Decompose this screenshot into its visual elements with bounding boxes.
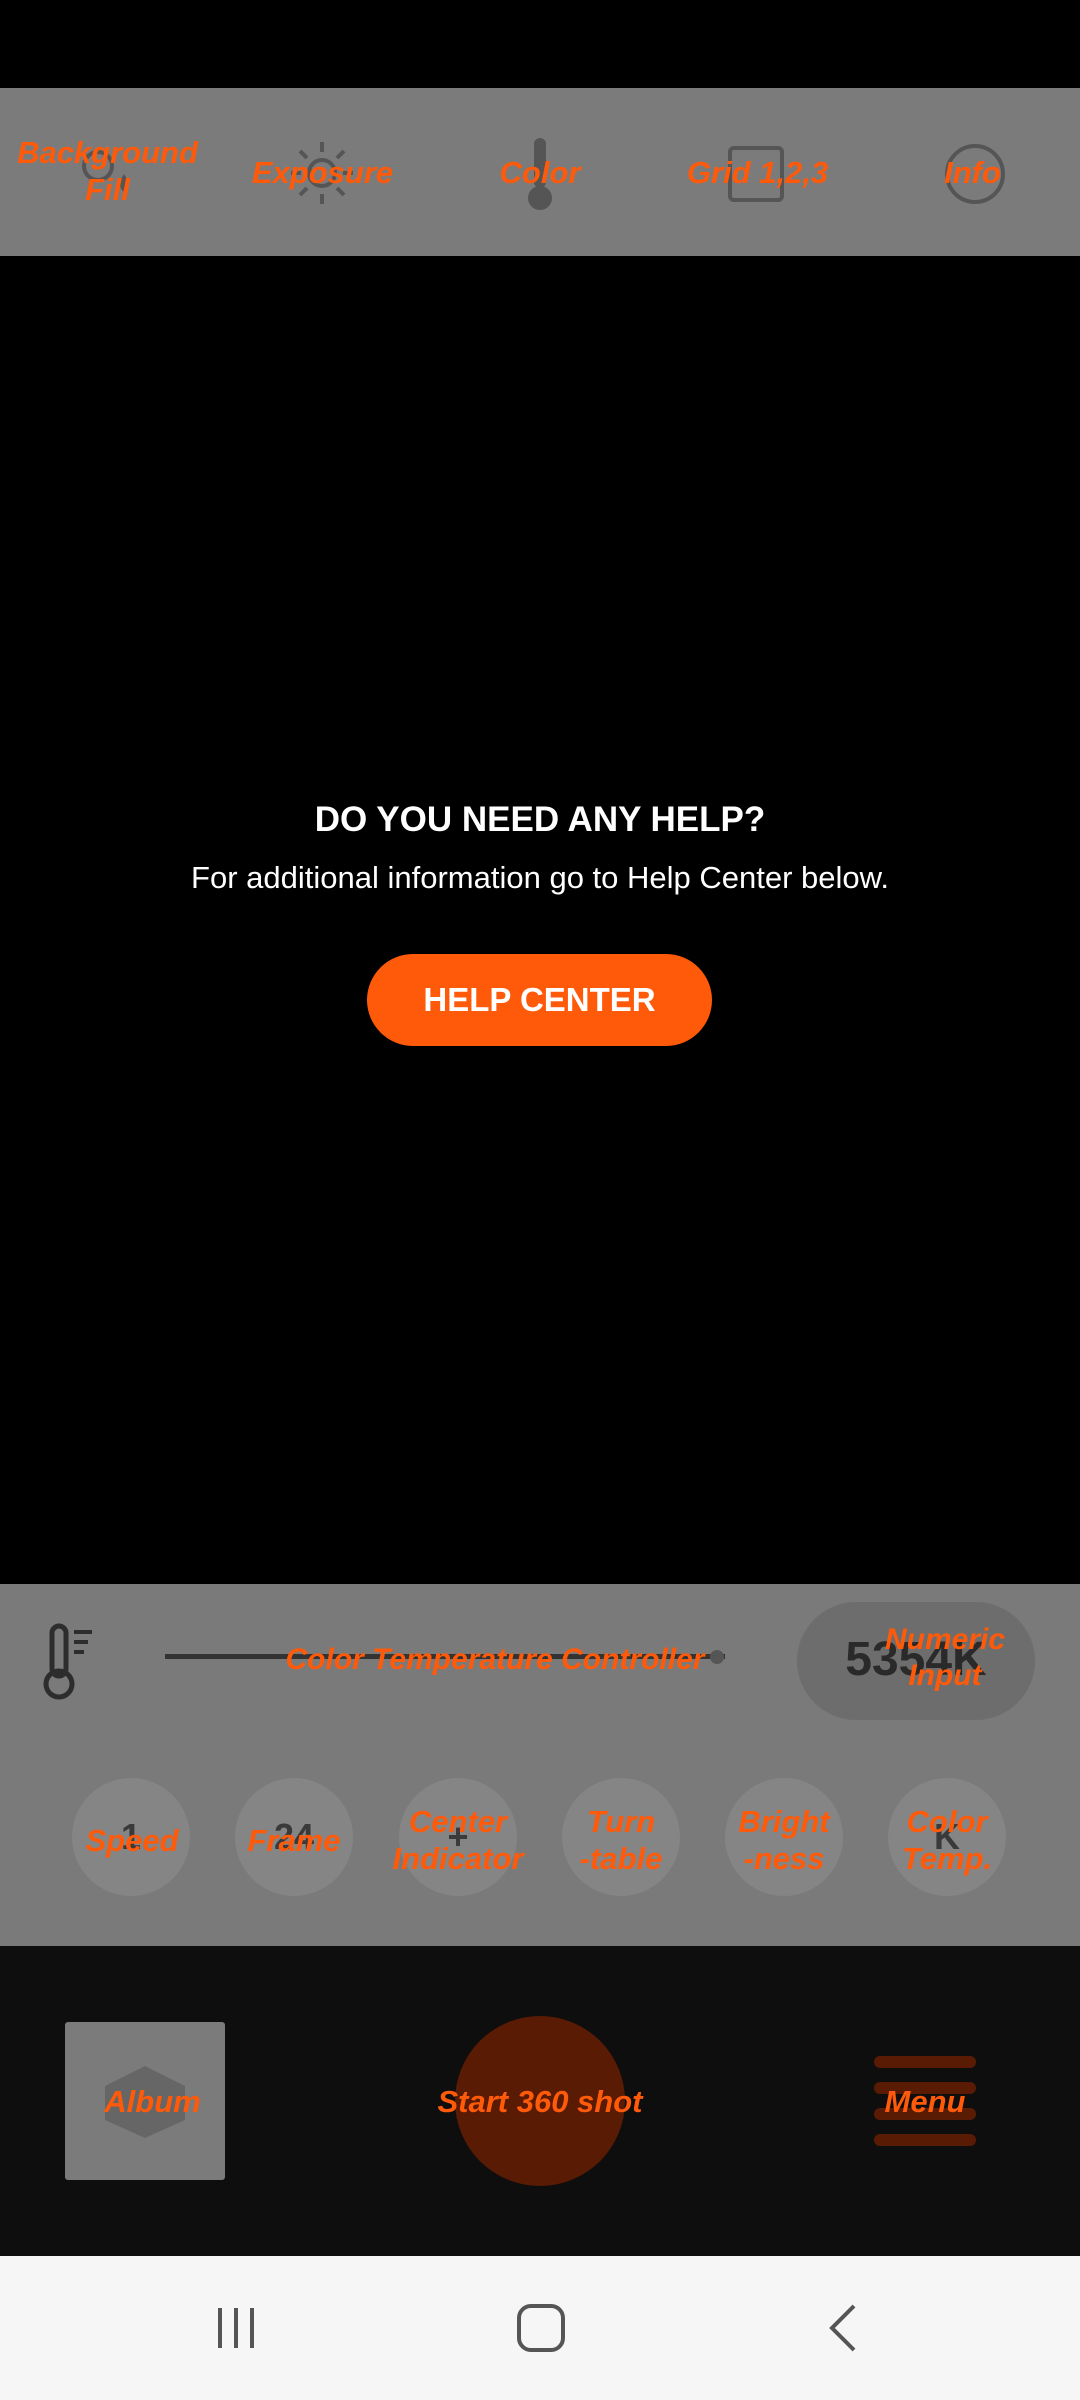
thermometer-icon [43, 1623, 92, 1700]
frame-label: Frame [247, 1823, 341, 1858]
info-label: Info [944, 155, 1001, 190]
exposure-label: Exposure [251, 155, 394, 190]
recents-icon[interactable] [214, 2304, 262, 2352]
background-fill-label: Background Fill [17, 135, 198, 208]
help-subtitle: For additional information go to Help Ce… [191, 860, 889, 895]
turntable-label: Turn -table [579, 1804, 663, 1877]
color-temp-label: Color Temp. [901, 1804, 993, 1877]
home-icon[interactable] [515, 2302, 567, 2354]
help-center-button[interactable]: HELP CENTER [367, 954, 712, 1046]
center-indicator-label: Center Indicator [392, 1804, 524, 1877]
album-label: Album [104, 2084, 201, 2119]
camera-preview [0, 256, 1080, 1584]
start-360-shot-label: Start 360 shot [437, 2084, 643, 2119]
back-icon[interactable] [824, 2302, 864, 2354]
system-nav-bar [0, 2256, 1080, 2400]
top-toolbar: Background Fill Exposure Color Grid 1,2,3 [0, 88, 1080, 256]
color-label: Color [499, 155, 581, 190]
speed-label: Speed [85, 1823, 179, 1858]
numeric-input-label: Numeric Input [884, 1623, 1006, 1692]
help-title: DO YOU NEED ANY HELP? [314, 800, 766, 839]
menu-label: Menu [884, 2084, 966, 2119]
color-temperature-controller-label: Color Temperature Controller [285, 1643, 705, 1676]
grid-label: Grid 1,2,3 [686, 155, 829, 190]
brightness-label: Bright -ness [738, 1804, 830, 1877]
